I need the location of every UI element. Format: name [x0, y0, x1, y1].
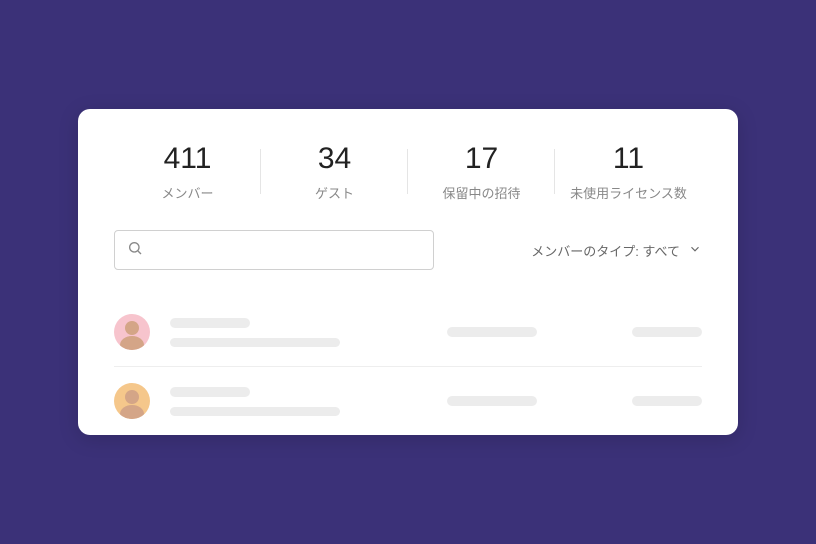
avatar	[114, 314, 150, 350]
search-icon	[127, 240, 143, 261]
skeleton-text	[170, 387, 250, 397]
member-type-filter[interactable]: メンバーのタイプ: すべて	[531, 241, 702, 260]
stat-label: メンバー	[114, 183, 261, 202]
stats-row: 411 メンバー 34 ゲスト 17 保留中の招待 11 未使用ライセンス数	[114, 141, 702, 202]
stat-value: 34	[261, 141, 408, 177]
stat-unused-licenses: 11 未使用ライセンス数	[555, 141, 702, 202]
name-column	[170, 387, 392, 416]
skeleton-text	[632, 327, 702, 337]
end-column	[591, 396, 702, 406]
name-column	[170, 318, 392, 347]
skeleton-text	[447, 396, 537, 406]
search-input[interactable]	[151, 242, 421, 258]
stat-label: 未使用ライセンス数	[555, 183, 702, 202]
skeleton-text	[170, 407, 340, 416]
mid-column	[412, 327, 571, 337]
skeleton-text	[170, 318, 250, 328]
stat-value: 11	[555, 141, 702, 177]
stat-members: 411 メンバー	[114, 141, 261, 202]
stat-guests: 34 ゲスト	[261, 141, 408, 202]
stat-value: 411	[114, 141, 261, 177]
list-item[interactable]	[114, 367, 702, 435]
stat-label: ゲスト	[261, 183, 408, 202]
skeleton-text	[632, 396, 702, 406]
stat-value: 17	[408, 141, 555, 177]
stat-label: 保留中の招待	[408, 183, 555, 202]
stat-pending-invites: 17 保留中の招待	[408, 141, 555, 202]
skeleton-text	[170, 338, 340, 347]
filter-label: メンバーのタイプ: すべて	[531, 241, 680, 260]
end-column	[591, 327, 702, 337]
members-panel: 411 メンバー 34 ゲスト 17 保留中の招待 11 未使用ライセンス数 メ…	[78, 109, 738, 435]
search-box[interactable]	[114, 230, 434, 270]
chevron-down-icon	[688, 242, 702, 259]
skeleton-text	[447, 327, 537, 337]
avatar	[114, 383, 150, 419]
mid-column	[412, 396, 571, 406]
list-item[interactable]	[114, 298, 702, 367]
member-list	[114, 298, 702, 435]
controls-row: メンバーのタイプ: すべて	[114, 230, 702, 270]
